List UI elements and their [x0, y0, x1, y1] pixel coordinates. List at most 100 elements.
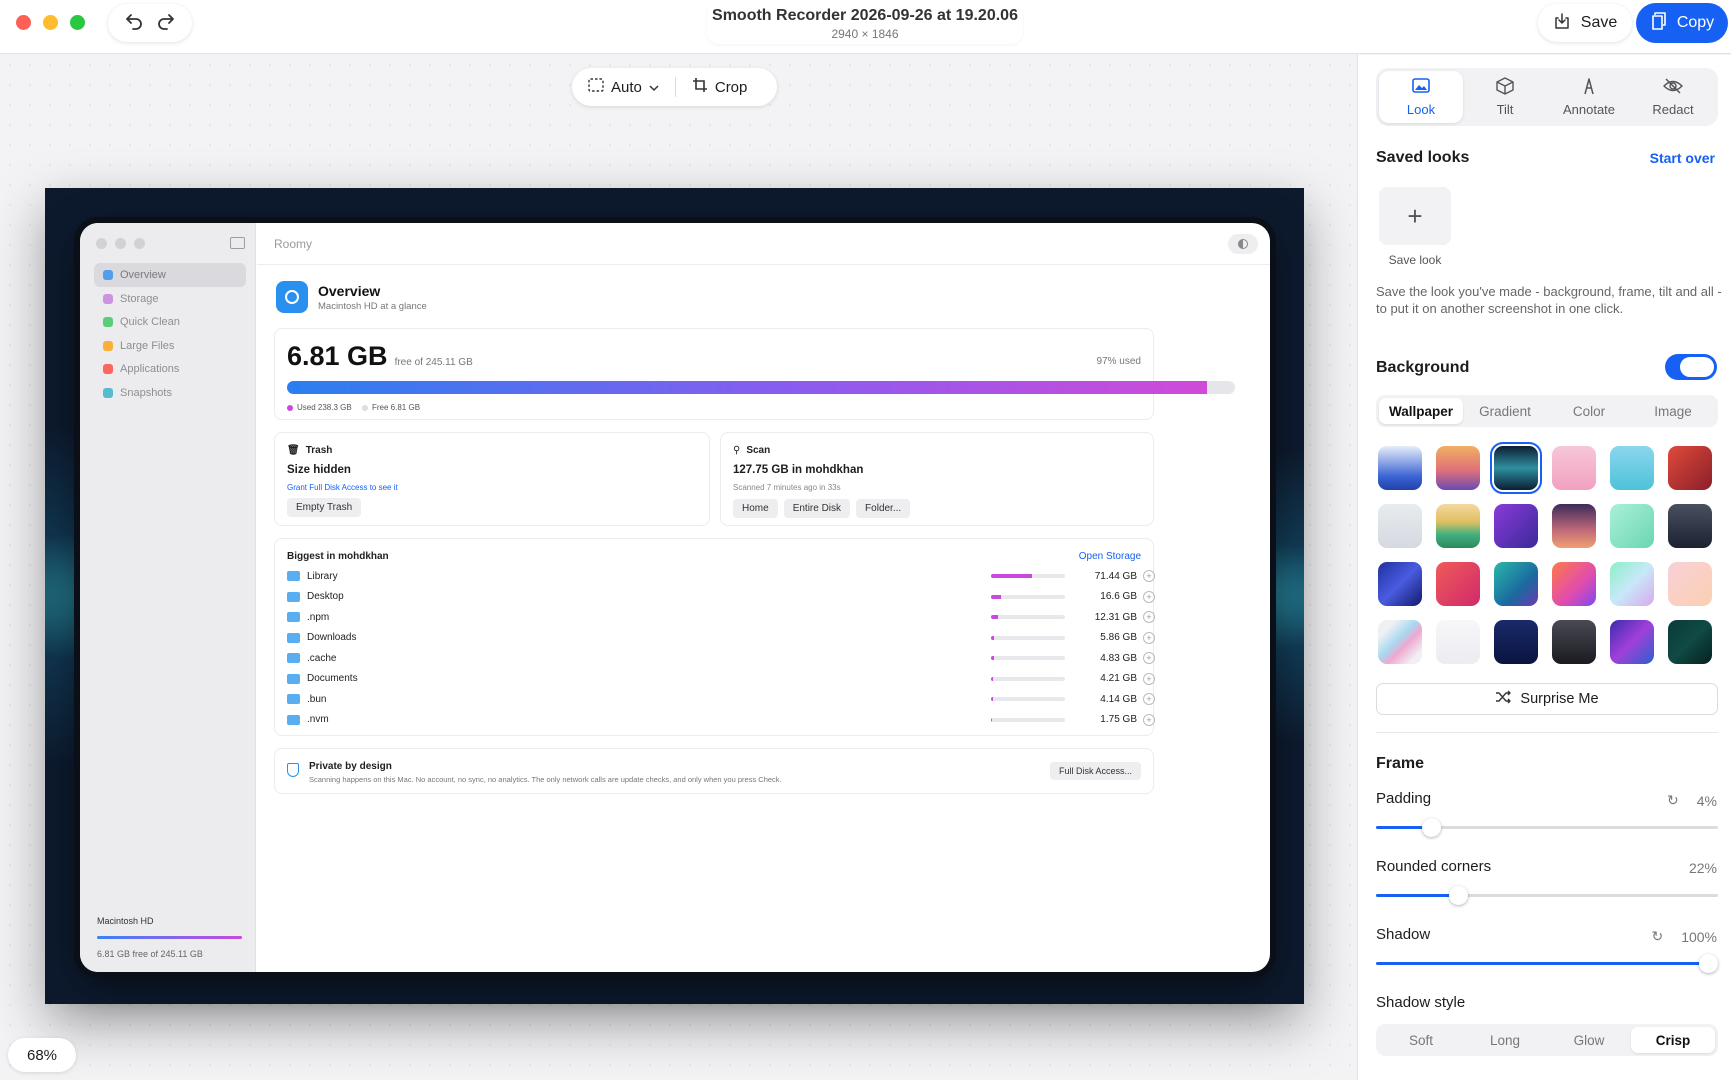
wallpaper-swatch[interactable] — [1668, 446, 1712, 490]
wallpaper-swatch[interactable] — [1494, 562, 1538, 606]
wallpaper-swatch[interactable] — [1436, 620, 1480, 664]
tab-color[interactable]: Color — [1547, 398, 1631, 424]
sidebar-item-large-files[interactable]: Large Files — [94, 334, 246, 358]
add-icon[interactable]: + — [1143, 570, 1155, 582]
tab-redact[interactable]: Redact — [1631, 71, 1715, 123]
surprise-me-button[interactable]: Surprise Me — [1376, 683, 1718, 715]
sidebar-item-snapshots[interactable]: Snapshots — [94, 381, 246, 405]
add-look-button[interactable]: + — [1379, 187, 1451, 245]
wallpaper-swatch[interactable] — [1436, 562, 1480, 606]
wallpaper-swatch[interactable] — [1378, 620, 1422, 664]
undo-icon[interactable] — [124, 12, 144, 35]
list-item[interactable]: .npm 12.31 GB + — [287, 608, 1155, 626]
scan-folder-button[interactable]: Folder... — [856, 499, 911, 518]
wallpaper-swatch[interactable] — [1610, 620, 1654, 664]
wallpaper-swatch[interactable] — [1552, 562, 1596, 606]
wallpaper-swatch[interactable] — [1610, 562, 1654, 606]
shadow-slider[interactable] — [1376, 954, 1718, 973]
shadow-style-crisp[interactable]: Crisp — [1631, 1027, 1715, 1053]
rounded-corners-slider[interactable] — [1376, 886, 1718, 905]
wallpaper-swatch[interactable] — [1378, 446, 1422, 490]
folder-size-bar — [991, 635, 1065, 640]
copy-button[interactable]: Copy — [1636, 3, 1728, 43]
open-storage-link[interactable]: Open Storage — [1079, 551, 1141, 562]
tab-annotate[interactable]: Annotate — [1547, 71, 1631, 123]
wallpaper-swatch[interactable] — [1610, 446, 1654, 490]
sidebar-item-storage[interactable]: Storage — [94, 287, 246, 311]
sidebar-item-applications[interactable]: Applications — [94, 357, 246, 381]
scan-detail: Scanned 7 minutes ago in 33s — [733, 483, 841, 492]
rounded-slider-knob[interactable] — [1449, 886, 1469, 905]
biggest-card: Biggest in mohdkhan Open Storage Library… — [274, 538, 1155, 736]
inspector-tabs: Look Tilt Annotate Redact — [1376, 68, 1718, 126]
shield-icon — [287, 763, 299, 777]
padding-slider[interactable] — [1376, 818, 1718, 837]
disk-detail: 6.81 GB free of 245.11 GB — [97, 949, 203, 959]
shadow-style-glow[interactable]: Glow — [1547, 1027, 1631, 1053]
crop-toolbar: Auto Crop — [572, 68, 777, 106]
tab-tilt[interactable]: Tilt — [1463, 71, 1547, 123]
folder-size-bar — [991, 574, 1065, 578]
shadow-slider-knob[interactable] — [1699, 954, 1718, 973]
zoom-window-button[interactable] — [70, 15, 85, 30]
list-item[interactable]: Library 71.44 GB + — [287, 567, 1155, 585]
padding-slider-knob[interactable] — [1421, 818, 1441, 837]
add-icon[interactable]: + — [1143, 652, 1155, 664]
sidebar-item-overview[interactable]: Overview — [94, 263, 246, 287]
auto-crop-dropdown[interactable]: Auto — [572, 68, 675, 106]
add-icon[interactable]: + — [1143, 590, 1155, 603]
save-button[interactable]: Save — [1538, 4, 1632, 42]
background-toggle[interactable] — [1665, 354, 1717, 380]
list-item[interactable]: Downloads 5.86 GB + — [287, 629, 1155, 647]
full-disk-access-button[interactable]: Full Disk Access... — [1049, 762, 1141, 780]
scan-entire-disk-button[interactable]: Entire Disk — [783, 499, 851, 518]
wallpaper-swatch[interactable] — [1668, 620, 1712, 664]
tab-image[interactable]: Image — [1631, 398, 1715, 424]
wallpaper-swatch[interactable] — [1436, 504, 1480, 548]
wallpaper-swatch[interactable] — [1494, 504, 1538, 548]
folder-size-bar — [991, 697, 1065, 701]
close-window-button[interactable] — [16, 15, 31, 30]
list-item[interactable]: Documents 4.21 GB + — [287, 670, 1155, 688]
tab-wallpaper[interactable]: Wallpaper — [1379, 398, 1463, 424]
start-over-link[interactable]: Start over — [1650, 150, 1715, 166]
wallpaper-swatch[interactable] — [1490, 442, 1542, 494]
grant-access-link[interactable]: Grant Full Disk Access to see it — [287, 483, 398, 492]
wallpaper-swatch[interactable] — [1378, 504, 1422, 548]
redo-icon[interactable] — [156, 12, 176, 35]
sidebar-item-quick-clean[interactable]: Quick Clean — [94, 310, 246, 334]
wallpaper-swatch[interactable] — [1552, 446, 1596, 490]
wallpaper-swatch[interactable] — [1552, 504, 1596, 548]
wallpaper-swatch[interactable] — [1552, 620, 1596, 664]
add-icon[interactable]: + — [1143, 713, 1155, 726]
reset-icon[interactable]: ↻ — [1651, 928, 1663, 945]
wallpaper-swatch[interactable] — [1668, 562, 1712, 606]
list-item[interactable]: .cache 4.83 GB + — [287, 649, 1155, 667]
add-icon[interactable]: + — [1143, 611, 1155, 623]
shadow-style-soft[interactable]: Soft — [1379, 1027, 1463, 1053]
empty-trash-button[interactable]: Empty Trash — [287, 498, 362, 517]
screenshot-preview[interactable]: Overview Storage Quick Clean Large Files App… — [80, 223, 1270, 972]
tab-look[interactable]: Look — [1379, 71, 1463, 123]
tab-gradient[interactable]: Gradient — [1463, 398, 1547, 424]
list-item[interactable]: .nvm 1.75 GB + — [287, 711, 1155, 729]
shadow-style-long[interactable]: Long — [1463, 1027, 1547, 1053]
wallpaper-swatch[interactable] — [1436, 446, 1480, 490]
wallpaper-swatch[interactable] — [1668, 504, 1712, 548]
background-type-tabs: Wallpaper Gradient Color Image — [1376, 395, 1718, 427]
add-icon[interactable]: + — [1143, 693, 1155, 705]
title-bar: Smooth Recorder 2026-09-26 at 19.20.06 2… — [0, 0, 1731, 54]
crop-button[interactable]: Crop — [676, 68, 764, 106]
sidebar-item-label: Overview — [120, 269, 166, 281]
zoom-level[interactable]: 68% — [8, 1038, 76, 1072]
wallpaper-swatch[interactable] — [1610, 504, 1654, 548]
minimize-window-button[interactable] — [43, 15, 58, 30]
list-item[interactable]: Desktop 16.6 GB + — [287, 588, 1155, 606]
list-item[interactable]: .bun 4.14 GB + — [287, 690, 1155, 708]
add-icon[interactable]: + — [1143, 631, 1155, 644]
add-icon[interactable]: + — [1143, 672, 1155, 685]
wallpaper-swatch[interactable] — [1378, 562, 1422, 606]
reset-icon[interactable]: ↻ — [1667, 792, 1679, 809]
scan-home-button[interactable]: Home — [733, 499, 778, 518]
wallpaper-swatch[interactable] — [1494, 620, 1538, 664]
